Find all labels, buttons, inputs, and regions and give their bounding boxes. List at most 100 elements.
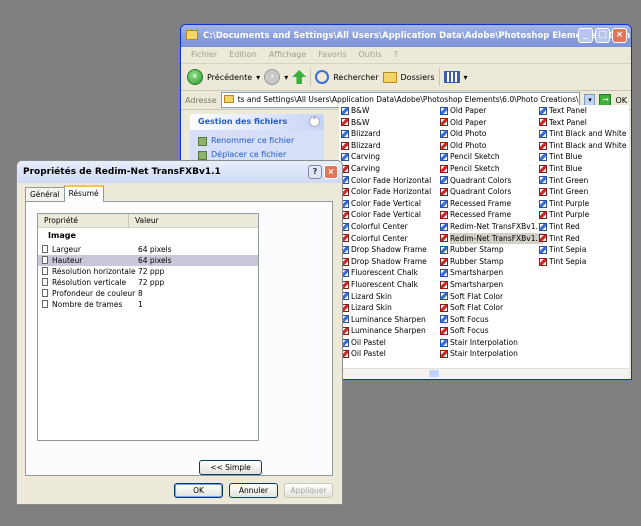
property-row[interactable]: Résolution verticale 72 ppp <box>38 277 258 288</box>
close-button[interactable]: × <box>612 28 627 43</box>
file-item[interactable]: Redim-Net TransFXBv1.1 <box>440 232 543 245</box>
go-button-label[interactable]: OK <box>615 96 627 105</box>
maximize-button[interactable]: □ <box>595 28 610 43</box>
cancel-button[interactable]: Annuler <box>229 483 278 498</box>
property-row[interactable]: Nombre de trames 1 <box>38 299 258 310</box>
file-item[interactable]: Tint Sepia <box>539 256 631 268</box>
views-icon[interactable] <box>443 71 460 83</box>
file-item[interactable]: Tint Blue <box>539 163 631 175</box>
file-item[interactable]: Tint Green <box>539 186 631 198</box>
apply-button[interactable]: Appliquer <box>284 483 333 498</box>
search-icon[interactable] <box>315 70 330 84</box>
file-item[interactable]: Blizzard <box>341 140 441 152</box>
file-item[interactable]: Stair Interpolation <box>440 348 540 360</box>
file-item[interactable]: Soft Focus <box>440 314 540 326</box>
file-item[interactable]: Tint Purple <box>539 198 631 210</box>
property-row[interactable]: Profondeur de couleur 8 <box>38 288 258 299</box>
file-item[interactable]: Old Photo <box>440 128 540 140</box>
file-item[interactable]: Drop Shadow Frame <box>341 256 441 268</box>
file-item[interactable]: B&W <box>341 117 441 129</box>
file-item[interactable]: Tint Red <box>539 221 631 233</box>
folder-up-icon[interactable] <box>292 70 307 84</box>
column-header-property[interactable]: Propriété <box>38 214 129 227</box>
task-rename-file[interactable]: Renommer ce fichier <box>198 134 316 148</box>
file-tasks-header[interactable]: Gestion des fichiers ˄ <box>190 114 324 130</box>
file-item[interactable]: Lizard Skin <box>341 302 441 314</box>
file-item[interactable]: Text Panel <box>539 105 631 117</box>
back-arrow-icon[interactable]: ‹ <box>187 69 203 85</box>
file-item[interactable]: Smartsharpen <box>440 279 540 291</box>
file-item[interactable]: Smartsharpen <box>440 267 540 279</box>
forward-arrow-icon[interactable]: › <box>264 69 281 85</box>
file-item[interactable]: Color Fade Horizontal <box>341 186 441 198</box>
menu-outils[interactable]: Outils <box>353 47 388 63</box>
menu-fichier[interactable]: Fichier <box>185 47 223 63</box>
file-item[interactable]: Old Paper <box>440 105 540 117</box>
tab-general[interactable]: Général <box>25 187 65 201</box>
minimize-button[interactable]: _ <box>578 28 593 43</box>
file-item[interactable]: Colorful Center <box>341 221 441 233</box>
menu-help[interactable]: ? <box>388 47 404 63</box>
file-item[interactable]: Old Photo <box>440 140 540 152</box>
menu-favoris[interactable]: Favoris <box>312 47 352 63</box>
file-item[interactable]: Recessed Frame <box>440 209 540 221</box>
back-dropdown-icon[interactable]: ▾ <box>256 73 260 82</box>
file-item[interactable]: Tint Blue <box>539 151 631 163</box>
scrollbar-thumb[interactable] <box>429 370 439 377</box>
file-item[interactable]: Lizard Skin <box>341 291 441 303</box>
file-item[interactable]: Text Panel <box>539 117 631 129</box>
help-button[interactable]: ? <box>308 165 322 179</box>
search-button-label[interactable]: Rechercher <box>333 73 378 82</box>
file-item[interactable]: Luminance Sharpen <box>341 314 441 326</box>
file-item[interactable]: Pencil Sketch <box>440 163 540 175</box>
horizontal-scrollbar[interactable] <box>339 368 629 379</box>
file-item[interactable]: Fluorescent Chalk <box>341 279 441 291</box>
file-item[interactable]: Soft Flat Color <box>440 291 540 303</box>
explorer-title-bar[interactable]: C:\Documents and Settings\All Users\Appl… <box>181 25 631 47</box>
file-item[interactable]: Tint Sepia <box>539 244 631 256</box>
file-item[interactable]: Rubber Stamp <box>440 256 540 268</box>
views-dropdown-icon[interactable]: ▾ <box>464 73 468 82</box>
dialog-title-bar[interactable]: Propriétés de Redim-Net TransFXBv1.1 ? × <box>17 161 342 183</box>
menu-edition[interactable]: Edition <box>223 47 263 63</box>
file-item[interactable]: Color Fade Horizontal <box>341 175 441 187</box>
file-item[interactable]: Blizzard <box>341 128 441 140</box>
file-item[interactable]: Tint Purple <box>539 209 631 221</box>
file-item[interactable]: Redim-Net TransFXBv1.1 <box>440 221 543 233</box>
file-item[interactable]: Luminance Sharpen <box>341 325 441 337</box>
menu-affichage[interactable]: Affichage <box>263 47 313 63</box>
dialog-close-button[interactable]: × <box>324 165 338 179</box>
file-item[interactable]: B&W <box>341 105 441 117</box>
file-item[interactable]: Carving <box>341 151 441 163</box>
back-button-label[interactable]: Précédente <box>207 73 252 82</box>
simple-button[interactable]: << Simple <box>199 460 262 475</box>
forward-dropdown-icon[interactable]: ▾ <box>284 73 288 82</box>
file-item[interactable]: Tint Red <box>539 233 631 245</box>
file-item[interactable]: Colorful Center <box>341 233 441 245</box>
collapse-chevron-icon[interactable]: ˄ <box>309 116 320 127</box>
property-row[interactable]: Résolution horizontale 72 ppp <box>38 266 258 277</box>
property-row[interactable]: Hauteur 64 pixels <box>38 255 258 266</box>
file-item[interactable]: Fluorescent Chalk <box>341 267 441 279</box>
file-item[interactable]: Stair Interpolation <box>440 337 540 349</box>
file-item[interactable]: Oil Pastel <box>341 348 441 360</box>
tab-resume[interactable]: Résumé <box>63 185 104 202</box>
file-item[interactable]: Drop Shadow Frame <box>341 244 441 256</box>
ok-button[interactable]: OK <box>174 483 223 498</box>
file-item[interactable]: Old Paper <box>440 117 540 129</box>
file-item[interactable]: Soft Focus <box>440 325 540 337</box>
file-item[interactable]: Tint Black and White <box>539 128 631 140</box>
file-item[interactable]: Tint Green <box>539 175 631 187</box>
file-item[interactable]: Tint Black and White <box>539 140 631 152</box>
file-item[interactable]: Color Fade Vertical <box>341 209 441 221</box>
folders-button-label[interactable]: Dossiers <box>401 73 435 82</box>
column-header-value[interactable]: Valeur <box>129 214 159 227</box>
file-item[interactable]: Pencil Sketch <box>440 151 540 163</box>
file-item[interactable]: Quadrant Colors <box>440 175 540 187</box>
file-item[interactable]: Soft Flat Color <box>440 302 540 314</box>
file-item[interactable]: Quadrant Colors <box>440 186 540 198</box>
file-item[interactable]: Recessed Frame <box>440 198 540 210</box>
file-item[interactable]: Rubber Stamp <box>440 244 540 256</box>
file-item[interactable]: Oil Pastel <box>341 337 441 349</box>
file-item[interactable]: Color Fade Vertical <box>341 198 441 210</box>
